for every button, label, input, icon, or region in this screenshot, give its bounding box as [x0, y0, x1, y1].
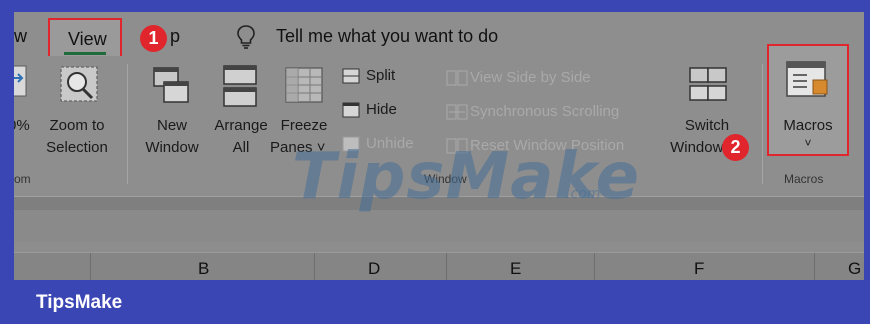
- step-badge-2: 2: [722, 134, 749, 161]
- zoom-to-selection-icon[interactable]: [58, 64, 102, 113]
- arrange-all-icon[interactable]: [218, 62, 262, 115]
- tab-view[interactable]: View: [48, 18, 122, 58]
- chevron-down-icon: ˅: [804, 136, 812, 150]
- zoom-to-selection-line1: Zoom to: [49, 117, 105, 134]
- new-window-icon[interactable]: [150, 64, 194, 113]
- lightbulb-icon: [236, 24, 256, 55]
- zoom-to-selection-line2: Selection: [46, 139, 108, 156]
- zoom-100-label-partial[interactable]: 0%: [14, 115, 30, 137]
- synchronous-scrolling-button[interactable]: Synchronous Scrolling: [470, 103, 619, 120]
- column-header-e[interactable]: E: [510, 259, 521, 279]
- split-icon: [342, 68, 360, 89]
- column-header-g[interactable]: G: [848, 259, 861, 279]
- ribbon-tab-row: w View 1 p Tell me what you want to do: [14, 12, 864, 58]
- group-separator: [762, 64, 763, 184]
- zoom-group-label: om: [14, 172, 31, 186]
- column-header-f[interactable]: F: [694, 259, 704, 279]
- column-header-row: B D E F G: [14, 252, 864, 280]
- image-frame: w View 1 p Tell me what you want to do %…: [0, 0, 870, 324]
- tab-active-underline: [64, 52, 106, 55]
- split-button[interactable]: Split: [366, 67, 395, 84]
- macros-icon: [785, 60, 831, 107]
- step-badge-1: 1: [140, 25, 167, 52]
- column-divider: [90, 253, 91, 280]
- arrange-all-line2: All: [232, 139, 250, 156]
- excel-window: w View 1 p Tell me what you want to do %…: [14, 12, 864, 280]
- footer-brand: TipsMake: [36, 292, 123, 313]
- freeze-panes-icon[interactable]: [282, 64, 326, 113]
- tell-me-search[interactable]: Tell me what you want to do: [276, 26, 498, 47]
- macros-button[interactable]: Macros ˅: [767, 44, 849, 156]
- arrange-all-line1: Arrange: [214, 117, 268, 134]
- new-window-line1: New: [156, 117, 187, 134]
- formula-bar-area: [14, 210, 864, 242]
- switch-windows-icon[interactable]: [686, 64, 730, 113]
- watermark: TipsMake: [292, 140, 641, 214]
- tab-previous-partial[interactable]: w: [14, 26, 27, 47]
- column-divider: [814, 253, 815, 280]
- macros-group-label: Macros: [784, 172, 824, 186]
- group-separator: [127, 64, 128, 184]
- column-divider: [446, 253, 447, 280]
- freeze-panes-line1: Freeze: [280, 117, 328, 134]
- hide-icon: [342, 102, 360, 123]
- hide-button[interactable]: Hide: [366, 101, 397, 118]
- view-side-by-side-button[interactable]: View Side by Side: [470, 69, 591, 86]
- column-header-b[interactable]: B: [198, 259, 209, 279]
- view-side-by-side-icon: [446, 70, 468, 91]
- zoom-100-icon: [14, 64, 30, 109]
- new-window-line2: Window: [145, 139, 199, 156]
- tab-help-partial[interactable]: p: [170, 26, 180, 47]
- synchronous-scrolling-icon: [446, 104, 468, 125]
- column-divider: [594, 253, 595, 280]
- column-divider: [314, 253, 315, 280]
- column-header-d[interactable]: D: [368, 259, 380, 279]
- tab-view-label: View: [68, 29, 107, 49]
- watermark-suffix: .com: [566, 186, 601, 202]
